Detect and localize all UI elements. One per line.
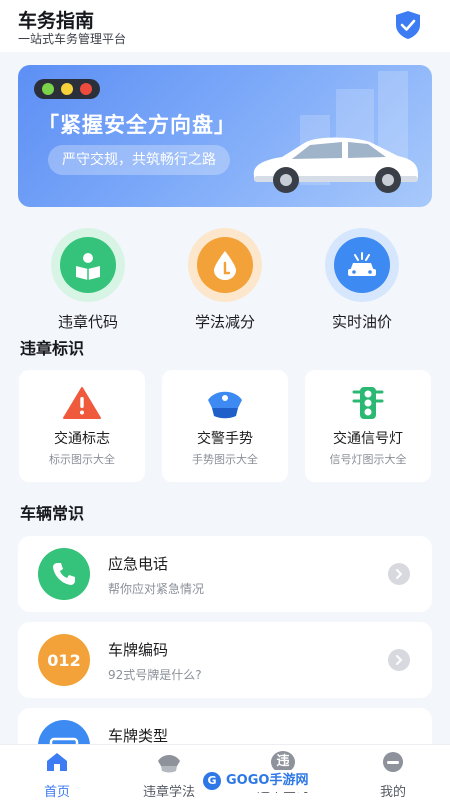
traffic-light-icon — [34, 79, 100, 99]
reader-icon — [60, 237, 116, 293]
plate-code-icon-text: 012 — [47, 650, 81, 670]
quick-fuel-price[interactable]: 实时油价 — [312, 228, 412, 332]
knowledge-card-emergency[interactable]: 应急电话 帮你应对紧急情况 — [18, 536, 432, 612]
tab-profile[interactable]: 我的 — [348, 751, 438, 800]
quick-study-deduction[interactable]: 学法减分 — [175, 228, 275, 332]
chevron-right-icon[interactable] — [388, 563, 410, 585]
sign-card-police-gestures[interactable]: 交警手势 手势图示大全 — [162, 370, 288, 482]
knowledge-title: 车牌类型 — [108, 727, 169, 745]
phone-icon — [38, 548, 90, 600]
car-icon — [334, 237, 390, 293]
knowledge-subtitle: 92式号牌是什么? — [108, 668, 202, 682]
sign-card-subtitle: 标示图示大全 — [49, 453, 115, 466]
traffic-light-icon — [352, 387, 384, 419]
sign-card-title: 交通信号灯 — [333, 431, 403, 447]
site-watermark: G GOGO手游网 — [200, 770, 315, 792]
app-title: 车务指南 — [18, 10, 95, 32]
sign-card-traffic-lights[interactable]: 交通信号灯 信号灯图示大全 — [305, 370, 431, 482]
knowledge-title: 应急电话 — [108, 555, 169, 573]
app-subtitle: 一站式车务管理平台 — [18, 32, 127, 46]
police-cap-icon — [208, 391, 242, 419]
quick-label: 违章代码 — [57, 313, 118, 331]
sign-card-subtitle: 手势图示大全 — [192, 453, 258, 466]
section-title-signs: 违章标识 — [20, 339, 85, 358]
quick-violation-codes[interactable]: 违章代码 — [38, 228, 138, 332]
sign-card-title: 交警手势 — [197, 431, 253, 447]
quick-icon-bg — [51, 228, 125, 302]
knowledge-card-plate-code[interactable]: 012 车牌编码 92式号牌是什么? — [18, 622, 432, 698]
police-cap-icon — [158, 755, 180, 773]
tab-label: 首页 — [43, 785, 70, 800]
chevron-right-icon[interactable] — [388, 649, 410, 671]
knowledge-subtitle: 帮你应对紧急情况 — [108, 582, 205, 596]
banner-title: 「紧握安全方向盘」 — [38, 113, 236, 137]
sign-card-subtitle: 信号灯图示大全 — [329, 453, 407, 466]
section-title-knowledge: 车辆常识 — [20, 504, 85, 523]
home-icon — [47, 753, 67, 771]
app-header: 车务指南 一站式车务管理平台 — [0, 0, 450, 52]
tab-home[interactable]: 首页 — [12, 751, 102, 800]
warning-triangle-icon — [63, 387, 101, 419]
car-illustration — [253, 137, 418, 193]
sign-card-traffic-signs[interactable]: 交通标志 标示图示大全 — [19, 370, 145, 482]
shield-check-icon[interactable] — [394, 10, 422, 40]
quick-label: 学法减分 — [194, 313, 255, 331]
tab-label: 我的 — [379, 785, 406, 800]
user-icon — [383, 752, 403, 772]
quick-label: 实时油价 — [331, 313, 392, 331]
quick-icon-bg — [188, 228, 262, 302]
knowledge-title: 车牌编码 — [108, 641, 169, 659]
banner-slogan: 严守交规，共筑畅行之路 — [48, 145, 230, 175]
watermark-text: GOGO手游网 — [226, 773, 309, 788]
water-drop-icon — [197, 237, 253, 293]
quick-icon-bg — [325, 228, 399, 302]
sign-card-title: 交通标志 — [54, 431, 110, 447]
watermark-logo-icon: G — [203, 772, 221, 790]
plate-code-icon: 012 — [38, 634, 90, 686]
